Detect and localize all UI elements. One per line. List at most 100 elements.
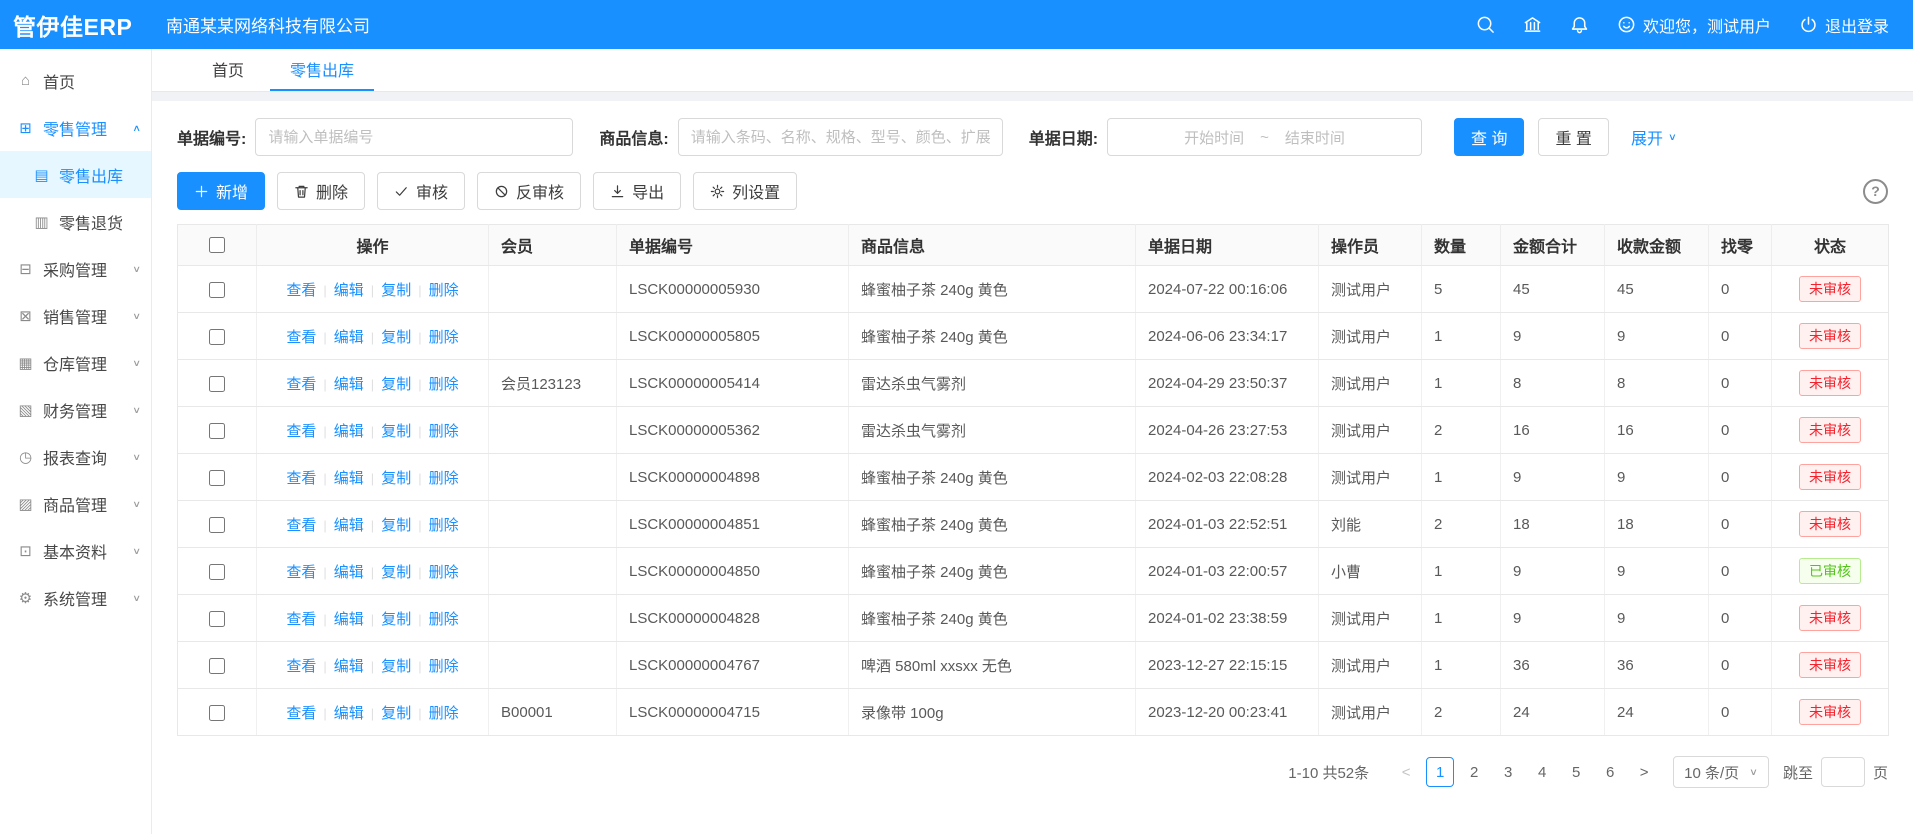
action-copy-link[interactable]: 复制 [381,329,411,346]
sidebar-item-retail-return[interactable]: ▥零售退货 [0,198,151,245]
page-button-5[interactable]: 5 [1562,757,1590,787]
action-view-link[interactable]: 查看 [286,423,316,440]
page-button-4[interactable]: 4 [1528,757,1556,787]
export-button-label: 导出 [632,179,664,203]
action-edit-link[interactable]: 编辑 [334,282,364,299]
row-checkbox[interactable] [209,376,225,392]
action-view-link[interactable]: 查看 [286,517,316,534]
page-button-2[interactable]: 2 [1460,757,1488,787]
sidebar-item-home[interactable]: ⌂首页 [0,57,151,104]
action-copy-link[interactable]: 复制 [381,376,411,393]
page-button-6[interactable]: 6 [1596,757,1624,787]
sidebar-item-label: 零售管理 [43,116,107,140]
date-range-input[interactable]: 开始时间 ~ 结束时间 [1107,118,1422,156]
row-checkbox[interactable] [209,423,225,439]
action-copy-link[interactable]: 复制 [381,282,411,299]
export-button[interactable]: 导出 [593,172,681,210]
page-button-3[interactable]: 3 [1494,757,1522,787]
tab-home[interactable]: 首页 [192,49,264,91]
action-view-link[interactable]: 查看 [286,564,316,581]
action-edit-link[interactable]: 编辑 [334,658,364,675]
sidebar-item-base-data[interactable]: ⊡基本资料∨ [0,527,151,574]
delete-button[interactable]: 删除 [277,172,365,210]
action-delete-link[interactable]: 删除 [429,282,459,299]
action-delete-link[interactable]: 删除 [429,423,459,440]
top-header: 管伊佳ERP 南通某某网络科技有限公司 欢迎您，测试用户 退出登录 [0,0,1913,49]
expand-link[interactable]: 展开 ∨ [1631,125,1677,149]
unaudit-button[interactable]: 反审核 [477,172,581,210]
action-edit-link[interactable]: 编辑 [334,470,364,487]
action-edit-link[interactable]: 编辑 [334,423,364,440]
action-copy-link[interactable]: 复制 [381,517,411,534]
next-page-button[interactable]: > [1630,757,1658,787]
action-delete-link[interactable]: 删除 [429,329,459,346]
welcome-user[interactable]: 欢迎您，测试用户 [1617,13,1771,37]
action-edit-link[interactable]: 编辑 [334,564,364,581]
bank-icon[interactable] [1523,15,1542,34]
search-icon[interactable] [1476,15,1495,34]
add-button[interactable]: 新增 [177,172,265,210]
page-size-select[interactable]: 10 条/页 ∨ [1673,756,1769,788]
action-copy-link[interactable]: 复制 [381,611,411,628]
reset-button[interactable]: 重 置 [1538,118,1608,156]
action-delete-link[interactable]: 删除 [429,658,459,675]
sidebar-item-retail-manage[interactable]: ⊞零售管理∧ [0,104,151,151]
bill-no-input[interactable] [255,118,573,156]
row-checkbox[interactable] [209,658,225,674]
row-checkbox[interactable] [209,282,225,298]
sidebar-item-retail-outbound[interactable]: ▤零售出库 [0,151,151,198]
goods-input[interactable] [678,118,1003,156]
sidebar-item-warehouse-manage[interactable]: ▦仓库管理∨ [0,339,151,386]
sidebar-item-purchase-manage[interactable]: ⊟采购管理∨ [0,245,151,292]
logout-button[interactable]: 退出登录 [1799,13,1889,37]
action-edit-link[interactable]: 编辑 [334,329,364,346]
action-delete-link[interactable]: 删除 [429,705,459,722]
action-edit-link[interactable]: 编辑 [334,517,364,534]
action-view-link[interactable]: 查看 [286,658,316,675]
row-checkbox[interactable] [209,517,225,533]
action-edit-link[interactable]: 编辑 [334,611,364,628]
search-button[interactable]: 查 询 [1454,118,1524,156]
cell-received: 24 [1605,689,1709,736]
row-checkbox[interactable] [209,705,225,721]
prev-page-button[interactable]: < [1392,757,1420,787]
action-view-link[interactable]: 查看 [286,705,316,722]
action-delete-link[interactable]: 删除 [429,517,459,534]
sidebar-item-sales-manage[interactable]: ⊠销售管理∨ [0,292,151,339]
action-view-link[interactable]: 查看 [286,470,316,487]
col-header-change: 找零 [1709,225,1772,266]
action-edit-link[interactable]: 编辑 [334,376,364,393]
action-delete-link[interactable]: 删除 [429,376,459,393]
row-checkbox[interactable] [209,564,225,580]
action-edit-link[interactable]: 编辑 [334,705,364,722]
row-checkbox[interactable] [209,611,225,627]
sidebar-item-report-query[interactable]: ◷报表查询∨ [0,433,151,480]
sidebar-item-system-manage[interactable]: ⚙系统管理∨ [0,574,151,621]
help-icon[interactable]: ? [1863,179,1888,204]
row-checkbox[interactable] [209,470,225,486]
page-button-1[interactable]: 1 [1426,757,1454,787]
action-copy-link[interactable]: 复制 [381,564,411,581]
action-copy-link[interactable]: 复制 [381,705,411,722]
action-delete-link[interactable]: 删除 [429,564,459,581]
jump-page-input[interactable] [1821,757,1865,787]
row-checkbox[interactable] [209,329,225,345]
select-all-checkbox[interactable] [209,237,225,253]
action-copy-link[interactable]: 复制 [381,470,411,487]
action-delete-link[interactable]: 删除 [429,611,459,628]
action-copy-link[interactable]: 复制 [381,658,411,675]
action-view-link[interactable]: 查看 [286,329,316,346]
cell-amount: 36 [1501,642,1605,689]
action-view-link[interactable]: 查看 [286,282,316,299]
action-delete-link[interactable]: 删除 [429,470,459,487]
cell-amount: 9 [1501,595,1605,642]
tab-retail-outbound[interactable]: 零售出库 [270,49,374,91]
sidebar-item-finance-manage[interactable]: ▧财务管理∨ [0,386,151,433]
action-copy-link[interactable]: 复制 [381,423,411,440]
action-view-link[interactable]: 查看 [286,376,316,393]
bell-icon[interactable] [1570,15,1589,34]
action-view-link[interactable]: 查看 [286,611,316,628]
sidebar-item-goods-manage[interactable]: ▨商品管理∨ [0,480,151,527]
audit-button[interactable]: 审核 [377,172,465,210]
column-settings-button[interactable]: 列设置 [693,172,797,210]
